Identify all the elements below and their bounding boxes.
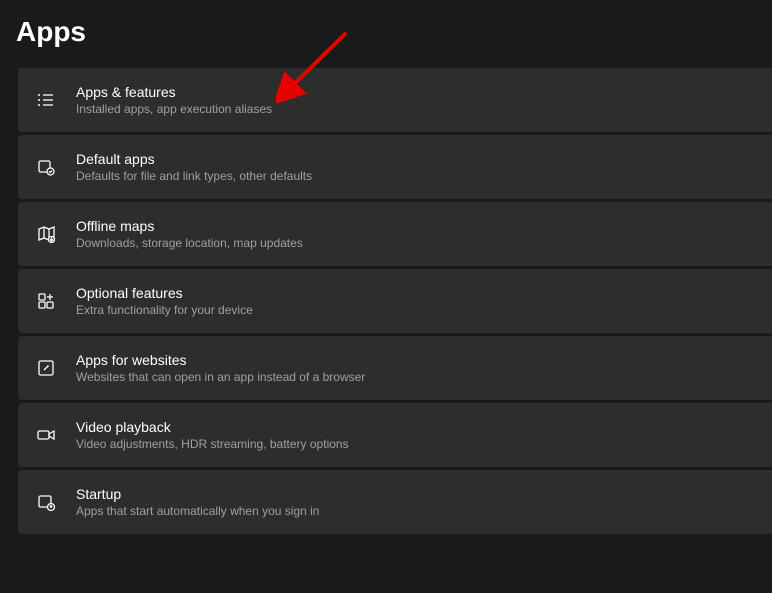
apps-features-icon [36, 90, 56, 110]
item-title: Optional features [76, 285, 253, 301]
item-description: Downloads, storage location, map updates [76, 236, 303, 250]
settings-item-startup[interactable]: Startup Apps that start automatically wh… [18, 470, 772, 534]
item-title: Default apps [76, 151, 312, 167]
item-text: Video playback Video adjustments, HDR st… [76, 419, 349, 451]
item-description: Installed apps, app execution aliases [76, 102, 272, 116]
startup-icon [36, 492, 56, 512]
item-text: Optional features Extra functionality fo… [76, 285, 253, 317]
item-text: Offline maps Downloads, storage location… [76, 218, 303, 250]
item-description: Video adjustments, HDR streaming, batter… [76, 437, 349, 451]
item-text: Startup Apps that start automatically wh… [76, 486, 319, 518]
item-title: Apps & features [76, 84, 272, 100]
optional-features-icon [36, 291, 56, 311]
item-description: Apps that start automatically when you s… [76, 504, 319, 518]
settings-item-apps-features[interactable]: Apps & features Installed apps, app exec… [18, 68, 772, 132]
offline-maps-icon [36, 224, 56, 244]
settings-item-default-apps[interactable]: Default apps Defaults for file and link … [18, 135, 772, 199]
item-text: Default apps Defaults for file and link … [76, 151, 312, 183]
settings-item-video-playback[interactable]: Video playback Video adjustments, HDR st… [18, 403, 772, 467]
apps-websites-icon [36, 358, 56, 378]
video-playback-icon [36, 425, 56, 445]
default-apps-icon [36, 157, 56, 177]
settings-list: Apps & features Installed apps, app exec… [0, 68, 772, 534]
item-description: Extra functionality for your device [76, 303, 253, 317]
settings-item-optional-features[interactable]: Optional features Extra functionality fo… [18, 269, 772, 333]
item-title: Video playback [76, 419, 349, 435]
page-title: Apps [0, 0, 772, 68]
settings-item-offline-maps[interactable]: Offline maps Downloads, storage location… [18, 202, 772, 266]
item-description: Defaults for file and link types, other … [76, 169, 312, 183]
item-text: Apps & features Installed apps, app exec… [76, 84, 272, 116]
settings-item-apps-websites[interactable]: Apps for websites Websites that can open… [18, 336, 772, 400]
item-description: Websites that can open in an app instead… [76, 370, 365, 384]
item-text: Apps for websites Websites that can open… [76, 352, 365, 384]
item-title: Apps for websites [76, 352, 365, 368]
item-title: Offline maps [76, 218, 303, 234]
item-title: Startup [76, 486, 319, 502]
